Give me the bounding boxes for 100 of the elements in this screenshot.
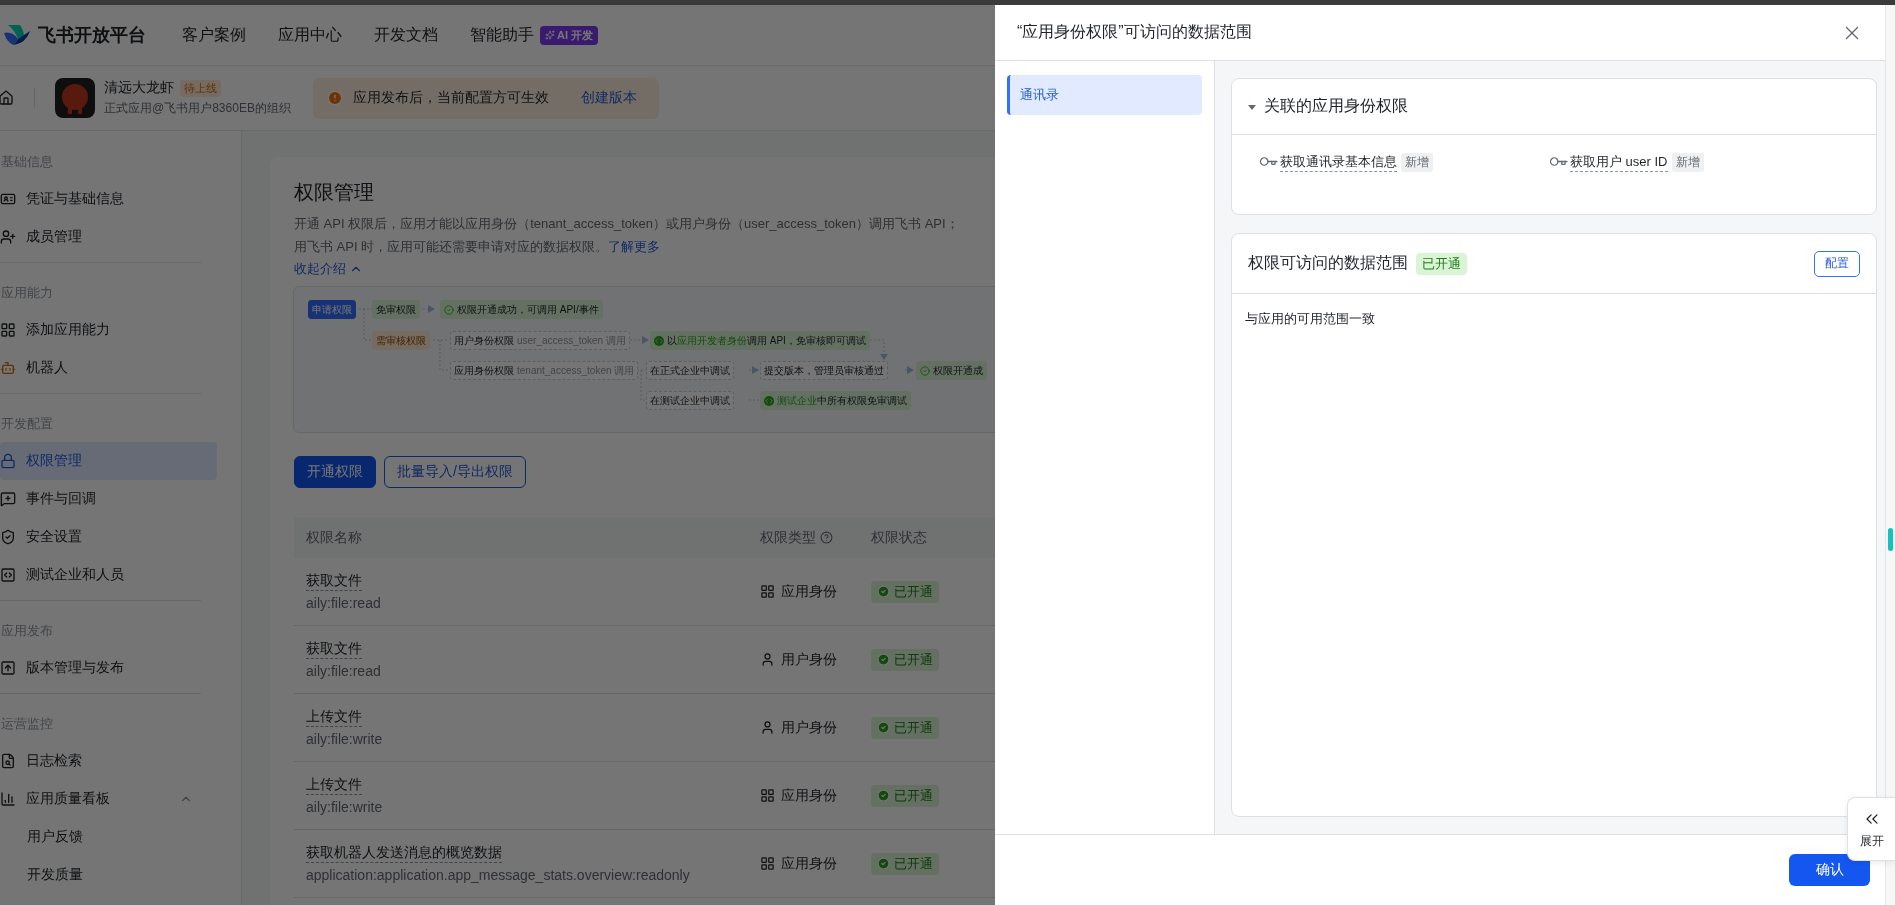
learn-more-link[interactable]: 了解更多	[608, 239, 661, 254]
new-tag: 新增	[1401, 152, 1433, 172]
shield-check-icon	[0, 529, 16, 545]
robot-icon	[0, 360, 16, 376]
drawer-title: “应用身份权限”可访问的数据范围	[1017, 22, 1252, 42]
sidebar-item[interactable]: 测试企业和人员	[0, 556, 201, 594]
caret-icon[interactable]	[1248, 102, 1256, 111]
status-tag: 已开通	[871, 648, 939, 671]
status-tag: 已开通	[871, 784, 939, 807]
lock-icon	[0, 453, 16, 469]
app-name: 清远大龙虾	[104, 79, 174, 97]
permission-name: 上传文件	[306, 776, 362, 795]
status-tag: 已开通	[871, 852, 939, 875]
check-icon	[920, 365, 930, 376]
permission-name: 上传文件	[306, 708, 362, 727]
grid-icon	[760, 788, 775, 803]
flow-node: 申请权限	[308, 300, 356, 319]
status-tag: 已开通	[871, 716, 939, 739]
org-name: 正式应用@飞书用户8360EB的组织	[104, 100, 291, 117]
permission-type: 用户身份	[748, 718, 859, 737]
status-badge: 待上线	[180, 79, 221, 97]
grid-icon	[760, 584, 775, 599]
sparkle-icon	[545, 30, 555, 40]
permission-type: 应用身份	[748, 582, 859, 601]
intro-text: 开通 API 权限后，应用才能以应用身份（tenant_access_token）或用户身份（user_access_token）调用飞书 API；	[294, 215, 960, 233]
flow-node: 需审核权限	[372, 331, 430, 350]
column-header: 权限名称	[305, 528, 363, 547]
flow-node: 在正式企业中调试	[646, 361, 734, 380]
sidebar-item[interactable]: 事件与回调	[0, 480, 201, 518]
permission-scope: aily:file:read	[306, 663, 382, 679]
file-search-icon	[0, 753, 16, 769]
sidebar-item[interactable]: 版本管理与发布	[0, 649, 201, 687]
sidebar-item[interactable]: 用户反馈	[0, 818, 201, 856]
page-title: 权限管理	[294, 180, 375, 205]
user-icon	[760, 720, 775, 735]
import-export-button[interactable]: 批量导入/导出权限	[384, 456, 526, 488]
scope-title: 权限可访问的数据范围	[1248, 253, 1408, 273]
permission-scope: aily:file:write	[306, 799, 384, 815]
warning-icon	[326, 90, 343, 106]
flow-node: 以应用开发者身份调用 API，免审核即可调试	[650, 331, 870, 350]
home-icon[interactable]	[0, 90, 14, 106]
nav-link[interactable]: 智能助手 AI 开发	[470, 24, 599, 46]
sidebar-item[interactable]: 机器人	[0, 349, 201, 387]
scrollbar-thumb[interactable]	[1888, 528, 1893, 551]
sidebar-item[interactable]: 添加应用能力	[0, 311, 201, 349]
permission-name: 获取文件	[306, 640, 362, 659]
new-tag: 新增	[1671, 152, 1704, 172]
sidebar-item[interactable]: 应用质量看板	[0, 780, 201, 818]
card-icon	[0, 191, 16, 207]
message-plus-icon	[0, 491, 16, 507]
sidebar-item[interactable]: 成员管理	[0, 218, 201, 256]
permission-type: 应用身份	[748, 854, 859, 873]
check-icon	[877, 585, 890, 598]
check-icon	[877, 721, 890, 734]
nav-label: 智能助手	[470, 24, 534, 45]
permission-scope: aily:file:read	[306, 595, 382, 611]
intro-text: 用飞书 API 时，应用可能还需要申请对应的数据权限。了解更多	[294, 238, 662, 256]
bar-chart-icon	[0, 791, 16, 807]
code-icon	[654, 335, 664, 346]
sidebar-item[interactable]: 凭证与基础信息	[0, 180, 201, 218]
brand-name: 飞书开放平台	[38, 24, 146, 47]
check-icon	[877, 857, 890, 870]
app-avatar	[55, 78, 95, 118]
user-plus-icon	[0, 229, 16, 245]
notice-text: 应用发布后，当前配置方可生效	[352, 89, 549, 107]
ai-badge: AI 开发	[540, 25, 599, 45]
flow-node: 权限开通成	[916, 361, 987, 380]
permission-type: 应用身份	[748, 786, 859, 805]
related-permission: 获取用户 user ID	[1570, 152, 1668, 172]
primary-button[interactable]: 开通权限	[294, 456, 376, 488]
flow-node: 免审权限	[372, 300, 420, 319]
nav-link[interactable]: 应用中心	[278, 24, 342, 46]
sidebar-item[interactable]: 安全设置	[0, 518, 201, 556]
create-version-link[interactable]: 创建版本	[580, 89, 637, 107]
check-icon	[444, 304, 454, 315]
configure-button[interactable]: 配置	[1814, 250, 1860, 277]
nav-link[interactable]: 开发文档	[374, 24, 438, 46]
status-tag: 已开通	[1416, 252, 1467, 275]
permission-scope: application:application.app_message_stats.overview:readonly	[306, 867, 691, 883]
sidebar-item[interactable]: 开发质量	[0, 856, 201, 894]
user-icon	[760, 652, 775, 667]
drawer-nav-item[interactable]: 通讯录	[1007, 75, 1202, 115]
grid-icon	[760, 856, 775, 871]
column-header: 权限类型	[748, 528, 859, 547]
check-icon	[877, 789, 890, 802]
expand-tab[interactable]: 展开	[1847, 797, 1895, 861]
flow-node: 提交版本，管理员审核通过	[760, 361, 888, 380]
column-header: 权限状态	[870, 528, 928, 547]
code-icon	[764, 395, 774, 406]
logo-icon	[2, 23, 32, 47]
sidebar-item[interactable]: 日志检索	[0, 742, 201, 780]
flow-node: 在测试企业中调试	[646, 391, 734, 410]
code-icon	[0, 567, 16, 583]
confirm-button[interactable]: 确认	[1789, 854, 1870, 886]
collapse-link[interactable]: 收起介绍	[294, 260, 363, 278]
nav-link[interactable]: 客户案例	[182, 24, 246, 46]
flow-node: 权限开通成功，可调用 API/事件	[440, 300, 603, 319]
status-tag: 已开通	[871, 580, 939, 603]
flow-node: 测试企业中所有权限免审调试	[760, 391, 911, 410]
sidebar-item[interactable]: 权限管理	[0, 442, 217, 480]
